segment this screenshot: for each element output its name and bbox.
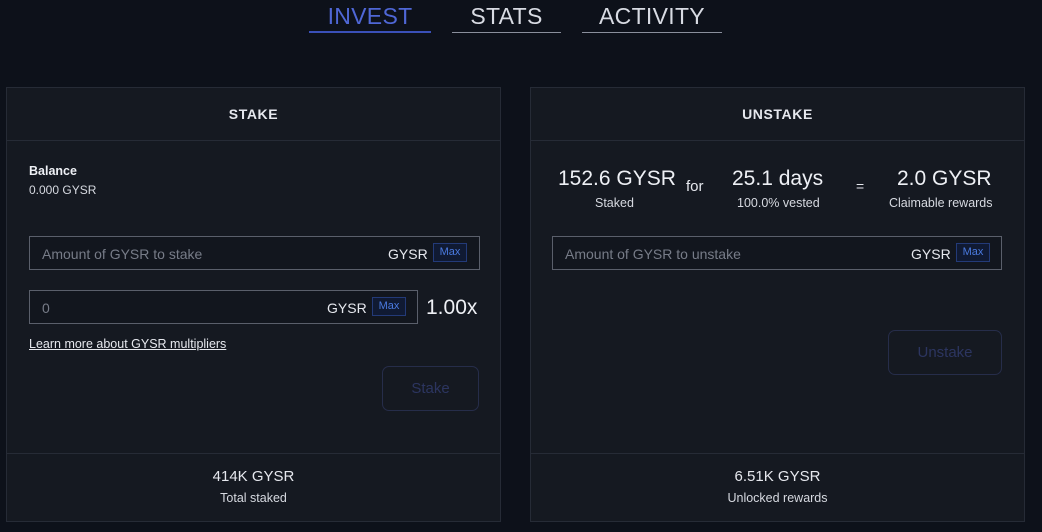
multiplier-value: 1.00x — [426, 296, 478, 319]
multiplier-max-button[interactable]: Max — [372, 297, 406, 316]
staked-value: 152.6 GYSR — [558, 167, 676, 190]
stake-max-button[interactable]: Max — [433, 243, 467, 262]
unstake-amount-unit: GYSR — [911, 246, 951, 262]
unstake-button[interactable]: Unstake — [888, 330, 1002, 375]
stake-amount-field[interactable]: GYSR Max — [29, 236, 480, 271]
tab-bar: INVEST STATS ACTIVITY — [0, 0, 1042, 34]
stake-footer: 414K GYSR Total staked — [7, 453, 500, 521]
learn-more-link[interactable]: Learn more about GYSR multipliers — [29, 337, 226, 351]
total-staked-value: 414K GYSR — [212, 468, 295, 485]
balance-value: 0.000 GYSR — [29, 183, 97, 197]
claimable-rewards-value: 2.0 GYSR — [897, 167, 992, 190]
unstake-panel-title: UNSTAKE — [531, 88, 1024, 141]
unstake-amount-field[interactable]: GYSR Max — [552, 236, 1002, 271]
unlocked-rewards-label: Unlocked rewards — [727, 491, 828, 505]
tab-stats-label: STATS — [470, 3, 543, 29]
unstake-amount-input[interactable] — [563, 237, 836, 271]
claimable-rewards-label: Claimable rewards — [889, 196, 993, 210]
tab-invest-label: INVEST — [327, 3, 413, 29]
stake-panel-title: STAKE — [7, 88, 500, 141]
tab-activity-label: ACTIVITY — [599, 3, 705, 29]
tab-invest-underline — [309, 31, 431, 33]
tab-stats-underline — [452, 32, 561, 33]
stake-button[interactable]: Stake — [382, 366, 479, 411]
tab-activity[interactable]: ACTIVITY — [582, 0, 722, 33]
multiplier-input[interactable] — [40, 291, 277, 325]
equals-sign: = — [856, 178, 865, 194]
stake-amount-unit: GYSR — [388, 246, 428, 262]
multiplier-field[interactable]: GYSR Max — [29, 290, 418, 325]
tab-invest[interactable]: INVEST — [309, 0, 431, 33]
unstake-panel: UNSTAKE 152.6 GYSR Staked for 25.1 days … — [530, 87, 1025, 522]
stake-panel: STAKE Balance 0.000 GYSR GYSR Max GYSR M… — [6, 87, 501, 522]
vesting-percent-label: 100.0% vested — [737, 196, 820, 210]
staked-label: Staked — [595, 196, 634, 210]
stake-amount-input[interactable] — [40, 237, 314, 271]
total-staked-label: Total staked — [220, 491, 287, 505]
tab-activity-underline — [582, 32, 722, 33]
tab-stats[interactable]: STATS — [452, 0, 561, 33]
multiplier-unit: GYSR — [327, 300, 367, 316]
unstake-max-button[interactable]: Max — [956, 243, 990, 262]
unstake-footer: 6.51K GYSR Unlocked rewards — [531, 453, 1024, 521]
for-text: for — [686, 178, 704, 195]
balance-label: Balance — [29, 164, 77, 178]
vesting-days-value: 25.1 days — [732, 167, 824, 190]
unlocked-rewards-value: 6.51K GYSR — [734, 468, 821, 485]
